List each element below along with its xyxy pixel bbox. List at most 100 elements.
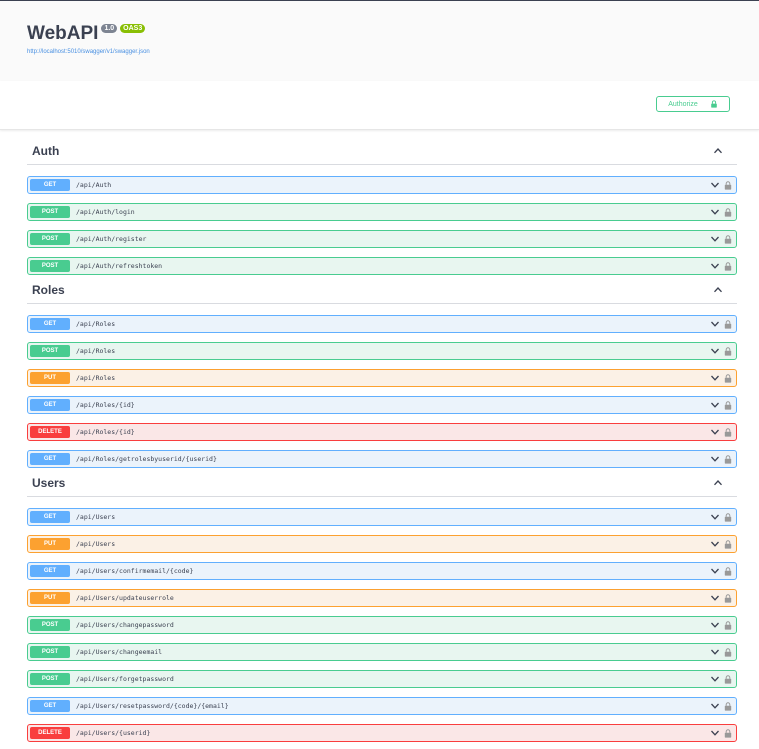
method-badge: PUT: [30, 372, 70, 384]
lock-icon[interactable]: [724, 620, 732, 630]
lock-icon[interactable]: [724, 512, 732, 522]
chevron-down-icon[interactable]: [710, 180, 720, 190]
lock-icon[interactable]: [724, 427, 732, 437]
operation-path: /api/Roles/getrolesbyuserid/{userid}: [76, 455, 217, 463]
tag-header[interactable]: Users: [27, 470, 737, 497]
lock-icon[interactable]: [724, 346, 732, 356]
operation-row[interactable]: GET/api/Auth: [27, 176, 737, 194]
oas-badge: OAS3: [120, 23, 146, 33]
lock-icon[interactable]: [724, 701, 732, 711]
chevron-down-icon[interactable]: [710, 400, 720, 410]
method-badge: POST: [30, 673, 70, 685]
authorize-label: Authorize: [668, 100, 698, 108]
chevron-down-icon[interactable]: [710, 593, 720, 603]
method-badge: PUT: [30, 592, 70, 604]
operation-row[interactable]: GET/api/Roles: [27, 315, 737, 333]
lock-icon[interactable]: [724, 674, 732, 684]
chevron-up-icon[interactable]: [713, 285, 723, 295]
section-users: Users GET/api/Users PUT/api/Users GET/api/U…: [27, 470, 737, 742]
operation-icons: [710, 539, 732, 549]
operation-path: /api/Roles/{id}: [76, 401, 135, 409]
operation-row[interactable]: GET/api/Users: [27, 508, 737, 526]
chevron-down-icon[interactable]: [710, 620, 720, 630]
chevron-down-icon[interactable]: [710, 701, 720, 711]
operation-icons: [710, 593, 732, 603]
lock-icon[interactable]: [724, 728, 732, 738]
lock-icon[interactable]: [724, 261, 732, 271]
lock-icon[interactable]: [724, 454, 732, 464]
chevron-down-icon[interactable]: [710, 346, 720, 356]
spec-url-link[interactable]: http://localhost:5010/swagger/v1/swagger…: [27, 49, 150, 55]
lock-icon[interactable]: [724, 539, 732, 549]
operation-path: /api/Roles: [76, 347, 116, 355]
authorize-button[interactable]: Authorize: [656, 96, 730, 112]
operation-path: /api/Users/resetpassword/{code}/{email}: [76, 702, 229, 710]
operation-path: /api/Users/forgetpassword: [76, 675, 174, 683]
operation-row[interactable]: POST/api/Auth/login: [27, 203, 737, 221]
operation-row[interactable]: POST/api/Users/changepassword: [27, 616, 737, 634]
operation-path: /api/Auth/login: [76, 208, 135, 216]
chevron-down-icon[interactable]: [710, 674, 720, 684]
api-title: WebAPI: [27, 23, 99, 44]
chevron-down-icon[interactable]: [710, 454, 720, 464]
api-info-header: WebAPI 1.0 OAS3 http://localhost:5010/sw…: [0, 1, 759, 81]
chevron-up-icon[interactable]: [713, 146, 723, 156]
chevron-down-icon[interactable]: [710, 566, 720, 576]
operation-row[interactable]: POST/api/Auth/register: [27, 230, 737, 248]
chevron-down-icon[interactable]: [710, 728, 720, 738]
lock-icon[interactable]: [724, 566, 732, 576]
operation-row[interactable]: GET/api/Users/resetpassword/{code}/{emai…: [27, 697, 737, 715]
operation-path: /api/Auth/register: [76, 235, 147, 243]
lock-icon[interactable]: [724, 207, 732, 217]
operation-icons: [710, 512, 732, 522]
lock-icon[interactable]: [724, 593, 732, 603]
operation-row[interactable]: POST/api/Roles: [27, 342, 737, 360]
operation-path: /api/Roles: [76, 320, 116, 328]
operation-path: /api/Users/changeemail: [76, 648, 163, 656]
method-badge: GET: [30, 453, 70, 465]
operation-path: /api/Users: [76, 513, 116, 521]
method-badge: GET: [30, 511, 70, 523]
operation-row[interactable]: PUT/api/Users/updateuserrole: [27, 589, 737, 607]
chevron-down-icon[interactable]: [710, 234, 720, 244]
method-badge: GET: [30, 179, 70, 191]
operation-row[interactable]: GET/api/Users/confirmemail/{code}: [27, 562, 737, 580]
method-badge: POST: [30, 260, 70, 272]
chevron-down-icon[interactable]: [710, 427, 720, 437]
lock-icon[interactable]: [724, 647, 732, 657]
operation-icons: [710, 566, 732, 576]
operation-row[interactable]: POST/api/Users/changeemail: [27, 643, 737, 661]
chevron-down-icon[interactable]: [710, 512, 720, 522]
lock-icon[interactable]: [724, 180, 732, 190]
lock-icon[interactable]: [724, 400, 732, 410]
operation-row[interactable]: PUT/api/Users: [27, 535, 737, 553]
operation-row[interactable]: PUT/api/Roles: [27, 369, 737, 387]
operation-row[interactable]: GET/api/Roles/getrolesbyuserid/{userid}: [27, 450, 737, 468]
operation-row[interactable]: DELETE/api/Roles/{id}: [27, 423, 737, 441]
tag-header[interactable]: Roles: [27, 277, 737, 304]
chevron-down-icon[interactable]: [710, 373, 720, 383]
method-badge: GET: [30, 399, 70, 411]
chevron-down-icon[interactable]: [710, 319, 720, 329]
chevron-down-icon[interactable]: [710, 207, 720, 217]
chevron-up-icon[interactable]: [713, 478, 723, 488]
method-badge: POST: [30, 233, 70, 245]
operation-icons: [710, 427, 732, 437]
method-badge: POST: [30, 646, 70, 658]
chevron-down-icon[interactable]: [710, 261, 720, 271]
lock-icon: [710, 100, 717, 108]
chevron-down-icon[interactable]: [710, 647, 720, 657]
chevron-down-icon[interactable]: [710, 539, 720, 549]
lock-icon[interactable]: [724, 319, 732, 329]
operation-icons: [710, 454, 732, 464]
tag-name: Roles: [32, 283, 65, 297]
operation-row[interactable]: POST/api/Users/forgetpassword: [27, 670, 737, 688]
operation-row[interactable]: GET/api/Roles/{id}: [27, 396, 737, 414]
section-auth: Auth GET/api/Auth POST/api/Auth/login POST /…: [27, 138, 737, 275]
lock-icon[interactable]: [724, 234, 732, 244]
operation-row[interactable]: DELETE/api/Users/{userid}: [27, 724, 737, 742]
lock-icon[interactable]: [724, 373, 732, 383]
operation-icons: [710, 620, 732, 630]
operation-row[interactable]: POST/api/Auth/refreshtoken: [27, 257, 737, 275]
tag-header[interactable]: Auth: [27, 138, 737, 165]
